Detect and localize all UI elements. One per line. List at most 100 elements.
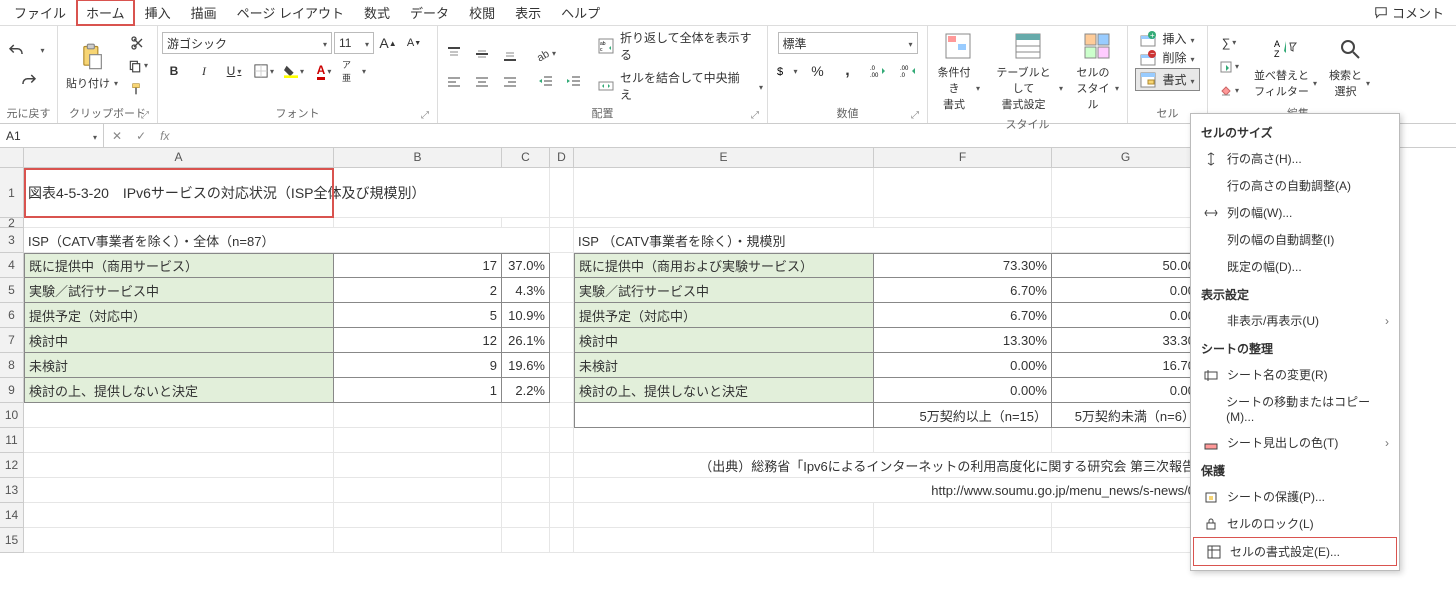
cell-c9[interactable]: 2.2% — [502, 378, 550, 403]
orientation-button[interactable]: ab — [534, 43, 558, 65]
borders-button[interactable] — [252, 60, 276, 82]
align-center-button[interactable] — [470, 71, 494, 93]
comments-button[interactable]: コメント — [1366, 1, 1452, 24]
italic-button[interactable]: I — [192, 60, 216, 82]
clipboard-launcher[interactable]: ⤢ — [139, 109, 151, 121]
cell-a6[interactable]: 提供予定（対応中） — [24, 303, 334, 328]
cell-a11[interactable] — [24, 428, 334, 453]
cell-a1[interactable]: 図表4-5-3-20 IPv6サービスの対応状況（ISP全体及び規模別） — [24, 168, 550, 218]
cell-c14[interactable] — [502, 503, 550, 528]
cell-a2[interactable] — [24, 218, 334, 228]
underline-button[interactable]: U — [222, 60, 246, 82]
cell-b9[interactable]: 1 — [334, 378, 502, 403]
cell-a15[interactable] — [24, 528, 334, 553]
cell-c6[interactable]: 10.9% — [502, 303, 550, 328]
row-head-8[interactable]: 8 — [0, 353, 24, 378]
cell-e7[interactable]: 検討中 — [574, 328, 874, 353]
cell-f14[interactable] — [874, 503, 1052, 528]
cell-f2[interactable] — [874, 218, 1052, 228]
cell-f5[interactable]: 6.70% — [874, 278, 1052, 303]
col-head-f[interactable]: F — [874, 148, 1052, 168]
menu-protect-sheet[interactable]: シートの保護(P)... — [1191, 483, 1399, 510]
cell-e4[interactable]: 既に提供中（商用および実験サービス） — [574, 253, 874, 278]
cell-styles-button[interactable]: セルの スタイル — [1071, 28, 1123, 114]
percent-format-button[interactable]: % — [806, 60, 830, 82]
cell-b6[interactable]: 5 — [334, 303, 502, 328]
cell-b12[interactable] — [334, 453, 502, 478]
row-head-9[interactable]: 9 — [0, 378, 24, 403]
cell-a8[interactable]: 未検討 — [24, 353, 334, 378]
number-format-combo[interactable]: 標準 — [778, 32, 918, 54]
cell-b5[interactable]: 2 — [334, 278, 502, 303]
cell-a14[interactable] — [24, 503, 334, 528]
col-head-e[interactable]: E — [574, 148, 874, 168]
cell-d6[interactable] — [550, 303, 574, 328]
align-left-button[interactable] — [442, 71, 466, 93]
menu-row-autofit[interactable]: 行の高さの自動調整(A) — [1191, 172, 1399, 199]
cell-d11[interactable] — [550, 428, 574, 453]
cell-d8[interactable] — [550, 353, 574, 378]
row-head-3[interactable]: 3 — [0, 228, 24, 253]
cell-g10[interactable]: 5万契約未満（n=6） — [1052, 403, 1200, 428]
cell-a7[interactable]: 検討中 — [24, 328, 334, 353]
menu-lock-cell[interactable]: セルのロック(L) — [1191, 510, 1399, 537]
col-head-b[interactable]: B — [334, 148, 502, 168]
cell-d7[interactable] — [550, 328, 574, 353]
format-as-table-button[interactable]: テーブルとして 書式設定 — [988, 28, 1067, 114]
align-bottom-button[interactable] — [498, 43, 522, 65]
undo-button[interactable] — [4, 40, 28, 62]
align-right-button[interactable] — [498, 71, 522, 93]
cell-b13[interactable] — [334, 478, 502, 503]
cell-f1[interactable] — [874, 168, 1052, 218]
cell-a13[interactable] — [24, 478, 334, 503]
cell-e15[interactable] — [574, 528, 874, 553]
menu-home[interactable]: ホーム — [76, 0, 135, 26]
bold-button[interactable]: B — [162, 60, 186, 82]
cell-f6[interactable]: 6.70% — [874, 303, 1052, 328]
cell-e13[interactable]: http://www.soumu.go.jp/menu_news/s-news/… — [574, 478, 1200, 503]
cell-d10[interactable] — [550, 403, 574, 428]
menu-data[interactable]: データ — [400, 0, 459, 26]
cell-e10[interactable] — [574, 403, 874, 428]
cell-g8[interactable]: 16.70 — [1052, 353, 1200, 378]
cell-f11[interactable] — [874, 428, 1052, 453]
cell-g11[interactable] — [1052, 428, 1200, 453]
cell-f15[interactable] — [874, 528, 1052, 553]
decrease-font-button[interactable]: A▼ — [402, 32, 426, 54]
insert-cells-button[interactable]: + 挿入 — [1140, 30, 1194, 47]
row-head-11[interactable]: 11 — [0, 428, 24, 453]
increase-decimal-button[interactable]: .0.00 — [866, 60, 890, 82]
cell-c10[interactable] — [502, 403, 550, 428]
fill-color-button[interactable] — [282, 60, 306, 82]
merge-center-button[interactable]: セルを結合して中央揃え — [598, 69, 763, 103]
find-select-button[interactable]: 検索と 選択 — [1325, 31, 1374, 101]
row-head-4[interactable]: 4 — [0, 253, 24, 278]
cell-f10[interactable]: 5万契約以上（n=15） — [874, 403, 1052, 428]
cell-e3[interactable]: ISP （CATV事業者を除く）・規模別 — [574, 228, 1052, 253]
menu-col-width[interactable]: 列の幅(W)... — [1191, 199, 1399, 226]
cell-e14[interactable] — [574, 503, 874, 528]
cell-b2[interactable] — [334, 218, 502, 228]
cell-b10[interactable] — [334, 403, 502, 428]
cell-c15[interactable] — [502, 528, 550, 553]
cell-a4[interactable]: 既に提供中（商用サービス） — [24, 253, 334, 278]
cut-button[interactable] — [126, 32, 150, 54]
cell-f9[interactable]: 0.00% — [874, 378, 1052, 403]
menu-rename-sheet[interactable]: シート名の変更(R) — [1191, 361, 1399, 388]
cell-g1[interactable] — [1052, 168, 1200, 218]
menu-format-cells-dialog[interactable]: セルの書式設定(E)... — [1193, 537, 1397, 566]
cell-d12[interactable] — [550, 453, 574, 478]
cell-d15[interactable] — [550, 528, 574, 553]
cell-g6[interactable]: 0.00 — [1052, 303, 1200, 328]
cell-d4[interactable] — [550, 253, 574, 278]
decrease-decimal-button[interactable]: .00.0 — [896, 60, 920, 82]
menu-review[interactable]: 校閲 — [459, 0, 505, 26]
autosum-button[interactable]: ∑ — [1212, 32, 1246, 54]
menu-insert[interactable]: 挿入 — [135, 0, 181, 26]
cell-c7[interactable]: 26.1% — [502, 328, 550, 353]
paste-button[interactable]: 貼り付け — [62, 39, 122, 93]
row-head-13[interactable]: 13 — [0, 478, 24, 503]
cell-e1[interactable] — [574, 168, 874, 218]
col-head-c[interactable]: C — [502, 148, 550, 168]
wrap-text-button[interactable]: abc 折り返して全体を表示する — [598, 29, 763, 63]
